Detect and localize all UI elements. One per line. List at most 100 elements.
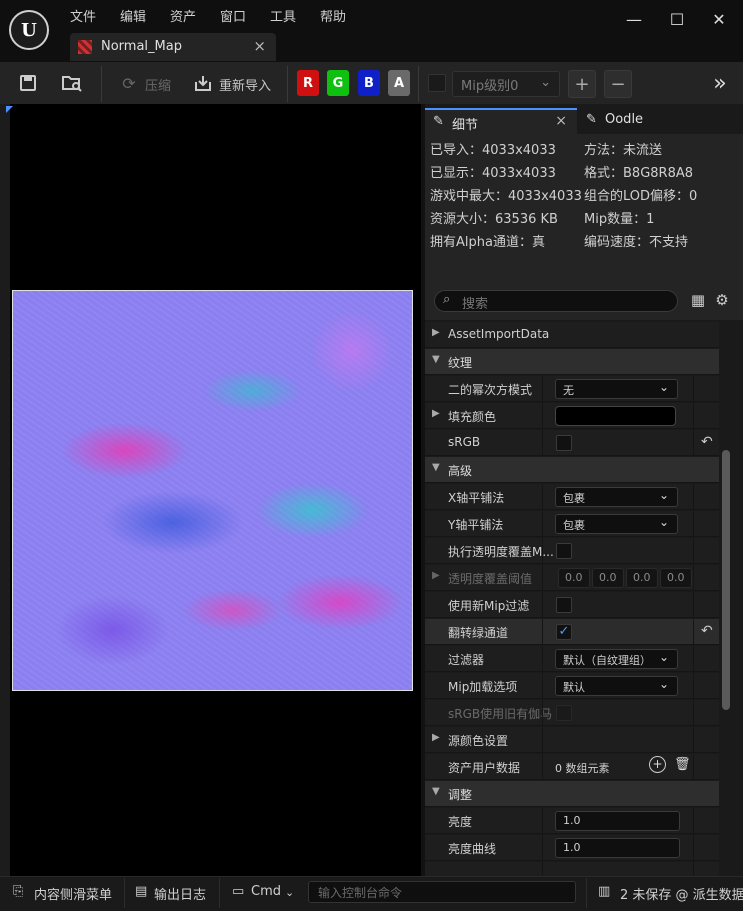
power-of-two-select[interactable]: 无 ⌄ <box>555 379 678 399</box>
mip-load-select[interactable]: 默认 ⌄ <box>555 676 678 696</box>
brightness-curve-input[interactable]: 1.0 <box>555 838 680 858</box>
expand-arrow-icon[interactable]: ▶ <box>432 327 440 338</box>
vector-value: 0.0 <box>667 571 685 584</box>
select-value: 默认（自纹理组） <box>563 654 651 667</box>
minimize-button[interactable]: — <box>622 10 646 29</box>
alpha-override-checkbox[interactable] <box>556 543 572 559</box>
row-source-color[interactable]: ▶ 源颜色设置 <box>425 727 719 753</box>
row-srgb-legacy: sRGB使用旧有伽马 <box>425 700 719 726</box>
channel-g-button[interactable]: G <box>327 70 349 96</box>
mip-level-checkbox[interactable] <box>428 74 446 92</box>
search-input[interactable]: ⌕ 搜索 <box>434 290 678 312</box>
category-adjust[interactable]: ▼ 调整 <box>425 781 719 807</box>
row-y-tiling: Y轴平铺法 包裹 ⌄ <box>425 511 719 537</box>
expand-arrow-icon[interactable]: ▶ <box>432 408 440 419</box>
texture-asset-icon <box>78 40 92 54</box>
content-drawer-button[interactable]: 内容侧滑菜单 <box>34 884 112 903</box>
info-method: 方法：未流送 <box>584 143 663 158</box>
property-list: ▶ AssetImportData ▼ 纹理 二的幂次方模式 无 ⌄ ▶ 填充颜色… <box>425 322 719 876</box>
x-tiling-select[interactable]: 包裹 ⌄ <box>555 487 678 507</box>
channel-b-button[interactable]: B <box>358 70 380 96</box>
tab-details[interactable]: ✎ 细节 × <box>425 108 577 134</box>
collapse-arrow-icon[interactable]: ▼ <box>432 354 440 365</box>
console-input[interactable]: 输入控制台命令 <box>308 881 576 903</box>
category-label: 调整 <box>448 788 473 802</box>
row-x-tiling: X轴平铺法 包裹 ⌄ <box>425 484 719 510</box>
reimport-button[interactable]: 重新导入 <box>219 75 271 94</box>
menu-help[interactable]: 帮助 <box>320 6 346 25</box>
row-mip-load: Mip加载选项 默认 ⌄ <box>425 673 719 699</box>
mip-decrease-button[interactable]: − <box>604 70 632 98</box>
collapse-arrow-icon[interactable]: ▼ <box>432 462 440 473</box>
flip-green-checkbox[interactable]: ✓ <box>556 624 572 640</box>
alpha-threshold-a[interactable]: 0.0 <box>660 568 692 588</box>
menu-edit[interactable]: 编辑 <box>120 6 146 25</box>
status-divider <box>124 878 125 908</box>
category-advanced[interactable]: ▼ 高级 <box>425 457 719 483</box>
channel-a-button[interactable]: A <box>388 70 410 96</box>
menu-tools[interactable]: 工具 <box>270 6 296 25</box>
maximize-button[interactable]: ☐ <box>665 10 689 29</box>
compress-button[interactable]: 压缩 <box>145 75 171 94</box>
document-tab[interactable]: Normal_Map × <box>70 33 276 61</box>
unsaved-icon[interactable]: ▥ <box>598 884 610 899</box>
compress-icon[interactable]: ⟳ <box>118 72 140 94</box>
more-options-icon[interactable]: » <box>709 71 731 96</box>
mip-increase-button[interactable]: + <box>568 70 596 98</box>
y-tiling-select[interactable]: 包裹 ⌄ <box>555 514 678 534</box>
settings-gear-icon[interactable]: ⚙ <box>713 291 731 309</box>
mip-level-select[interactable]: Mip级别0 ⌄ <box>452 71 560 97</box>
save-icon[interactable] <box>17 72 39 94</box>
output-log-icon[interactable]: ▤ <box>135 884 147 899</box>
alpha-threshold-r[interactable]: 0.0 <box>558 568 590 588</box>
menu-file[interactable]: 文件 <box>70 6 96 25</box>
chevron-down-icon[interactable]: ⌄ <box>285 886 294 899</box>
info-mip-count: Mip数量：1 <box>584 212 655 227</box>
scrollbar-thumb[interactable] <box>722 450 730 710</box>
close-tab-icon[interactable]: × <box>253 37 266 55</box>
category-texture[interactable]: ▼ 纹理 <box>425 349 719 375</box>
vector-value: 0.0 <box>599 571 617 584</box>
terminal-icon[interactable]: ▭ <box>232 884 244 899</box>
alpha-threshold-b[interactable]: 0.0 <box>626 568 658 588</box>
row-label: X轴平铺法 <box>448 491 505 505</box>
expand-arrow-icon[interactable]: ▶ <box>432 732 440 743</box>
brightness-input[interactable]: 1.0 <box>555 811 680 831</box>
unreal-logo[interactable]: U <box>9 10 49 50</box>
info-lod-bias: 组合的LOD偏移：0 <box>584 189 698 204</box>
expand-arrow-icon[interactable]: ▶ <box>432 570 440 581</box>
srgb-checkbox[interactable] <box>556 435 572 451</box>
menu-asset[interactable]: 资产 <box>170 6 196 25</box>
reset-to-default-icon[interactable]: ↶ <box>701 434 713 450</box>
srgb-legacy-checkbox[interactable] <box>556 705 572 721</box>
reset-to-default-icon[interactable]: ↶ <box>701 623 713 639</box>
close-window-button[interactable]: ✕ <box>707 10 731 29</box>
mip-level-value: Mip级别0 <box>461 79 519 94</box>
category-label: 高级 <box>448 464 473 478</box>
fill-color-swatch[interactable] <box>555 406 676 426</box>
close-icon[interactable]: × <box>555 113 567 129</box>
menu-window[interactable]: 窗口 <box>220 6 246 25</box>
tab-oodle[interactable]: ✎ Oodle <box>578 108 678 134</box>
row-asset-import-data[interactable]: ▶ AssetImportData <box>425 322 719 348</box>
row-filter: 过滤器 默认（自纹理组） ⌄ <box>425 646 719 672</box>
unsaved-status[interactable]: 2 未保存 @ 派生数据管 <box>620 884 743 903</box>
channel-r-button[interactable]: R <box>297 70 319 96</box>
add-element-icon[interactable]: + <box>649 756 666 773</box>
browse-asset-icon[interactable] <box>61 72 83 94</box>
content-drawer-icon[interactable]: ⎘ <box>13 884 23 899</box>
table-view-icon[interactable]: ▦ <box>689 291 707 309</box>
cmd-select[interactable]: Cmd <box>251 884 281 899</box>
new-mip-filter-checkbox[interactable] <box>556 597 572 613</box>
number-value: 1.0 <box>563 814 581 827</box>
chevron-down-icon: ⌄ <box>658 488 669 502</box>
alpha-threshold-g[interactable]: 0.0 <box>592 568 624 588</box>
filter-select[interactable]: 默认（自纹理组） ⌄ <box>555 649 678 669</box>
reimport-icon[interactable] <box>192 72 214 94</box>
output-log-button[interactable]: 输出日志 <box>154 884 206 903</box>
row-brightness: 亮度 1.0 <box>425 808 719 834</box>
row-fill-color: ▶ 填充颜色 <box>425 403 719 429</box>
trash-icon[interactable]: 🗑 <box>674 757 691 772</box>
status-divider <box>586 878 587 908</box>
collapse-arrow-icon[interactable]: ▼ <box>432 786 440 797</box>
